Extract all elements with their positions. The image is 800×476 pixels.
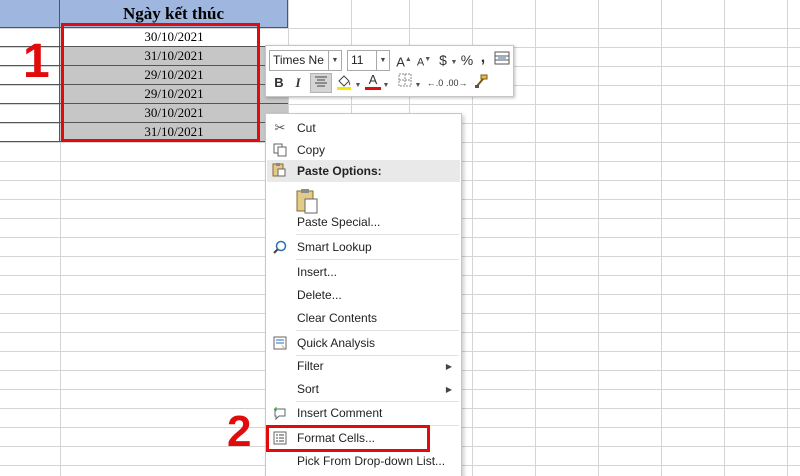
paste-options-label: Paste Options: — [297, 164, 382, 178]
grid-line — [661, 0, 662, 476]
increase-font-icon: A — [396, 54, 405, 70]
merge-center-icon — [494, 51, 510, 65]
format-painter-icon — [475, 74, 488, 88]
decrease-decimal-button[interactable]: .00→ — [446, 73, 468, 93]
scissors-icon: ✂ — [274, 120, 286, 135]
menu-item-sort[interactable]: Sort ▶ — [266, 378, 461, 400]
grid-line — [535, 0, 536, 476]
increase-decimal-icon: ←.0 — [426, 78, 444, 88]
font-size-dropdown[interactable]: ▼ — [377, 50, 390, 71]
chevron-down-icon: ▼ — [382, 82, 390, 89]
chevron-down-icon: ▼ — [450, 59, 458, 66]
menu-item-label: Clear Contents — [297, 311, 378, 325]
percent-button[interactable]: % — [459, 50, 475, 70]
grid-line — [724, 0, 725, 476]
align-center-icon — [315, 76, 327, 87]
menu-item-label: Paste Special... — [297, 215, 381, 229]
font-name-input[interactable]: Times Ne — [269, 50, 329, 71]
merge-center-button[interactable] — [493, 50, 511, 70]
menu-item-label: Delete... — [297, 288, 342, 302]
chevron-down-icon: ▼ — [379, 57, 387, 64]
menu-item-delete[interactable]: Delete... — [266, 284, 461, 306]
menu-item-label: Cut — [297, 121, 316, 135]
decrease-font-button[interactable]: A▼ — [416, 50, 432, 70]
grid-line — [598, 0, 599, 476]
font-color-button[interactable]: A — [365, 72, 381, 92]
align-center-button[interactable] — [310, 73, 332, 93]
menu-item-smart-lookup[interactable]: Smart Lookup — [266, 236, 461, 258]
step-number-2: 2 — [227, 407, 252, 456]
context-menu: ✂ Cut Copy Paste Options: Paste Special.… — [265, 113, 462, 476]
table-cell-a[interactable] — [0, 123, 60, 142]
fill-color-button[interactable] — [335, 73, 353, 93]
menu-item-paste-special[interactable]: Paste Special... — [266, 211, 461, 233]
fill-color-dropdown[interactable]: ▼ — [354, 73, 362, 93]
format-painter-button[interactable] — [472, 73, 490, 93]
format-cells-highlight-box — [266, 425, 430, 452]
selection-highlight-box — [61, 23, 260, 142]
currency-button[interactable]: $ — [436, 50, 450, 70]
table-cell-a[interactable] — [0, 104, 60, 123]
header-cell-a[interactable] — [0, 0, 60, 28]
clipboard-icon — [272, 162, 286, 180]
menu-item-pick-from-list[interactable]: Pick From Drop-down List... — [266, 450, 461, 472]
menu-item-label: Smart Lookup — [297, 240, 372, 254]
chevron-right-icon: ▶ — [445, 384, 452, 394]
menu-item-insert[interactable]: Insert... — [266, 261, 461, 283]
menu-item-filter[interactable]: Filter ▶ — [266, 355, 461, 377]
menu-item-insert-comment[interactable]: Insert Comment — [266, 402, 461, 424]
bold-button[interactable]: B — [271, 73, 287, 93]
copy-icon — [271, 141, 289, 159]
currency-dropdown[interactable]: ▼ — [450, 50, 458, 70]
font-name-dropdown[interactable]: ▼ — [329, 50, 342, 71]
menu-item-label: Quick Analysis — [297, 336, 376, 350]
comma-style-button[interactable]: , — [477, 48, 489, 68]
menu-item-label: Pick From Drop-down List... — [297, 454, 446, 468]
decrease-decimal-icon: .00→ — [446, 78, 468, 88]
menu-item-copy[interactable]: Copy — [266, 139, 461, 161]
menu-separator — [296, 330, 459, 331]
chevron-right-icon: ▶ — [445, 361, 452, 371]
menu-item-label: Insert... — [297, 265, 338, 279]
search-globe-icon — [271, 238, 289, 256]
menu-item-label: Copy — [297, 143, 326, 157]
mini-toolbar: Times Ne ▼ 11 ▼ A▲ A▼ $ ▼ % , B I ▼ A ▼ … — [265, 45, 514, 97]
grid-line — [787, 0, 788, 476]
step-number-1: 1 — [23, 35, 50, 88]
font-color-dropdown[interactable]: ▼ — [382, 73, 390, 93]
menu-item-cut[interactable]: ✂ Cut — [266, 117, 461, 139]
font-size-input[interactable]: 11 — [347, 50, 377, 71]
menu-item-clear-contents[interactable]: Clear Contents — [266, 307, 461, 329]
chevron-down-icon: ▼ — [331, 57, 339, 64]
italic-button[interactable]: I — [291, 73, 305, 93]
fill-color-icon — [337, 75, 351, 90]
paste-options-header: Paste Options: — [267, 160, 460, 182]
menu-item-quick-analysis[interactable]: Quick Analysis — [266, 332, 461, 354]
borders-button[interactable] — [397, 73, 413, 93]
menu-item-label: Insert Comment — [297, 406, 383, 420]
quick-analysis-icon — [271, 334, 289, 352]
menu-item-label: Filter — [297, 359, 324, 373]
menu-item-label: Sort — [297, 382, 320, 396]
chevron-down-icon: ▼ — [354, 82, 362, 89]
comment-icon — [271, 404, 289, 422]
font-color-icon: A — [368, 72, 378, 87]
borders-icon — [398, 73, 412, 87]
increase-decimal-button[interactable]: ←.0 — [426, 73, 444, 93]
menu-separator — [296, 259, 459, 260]
menu-separator — [296, 234, 459, 235]
increase-font-button[interactable]: A▲ — [396, 50, 412, 70]
chevron-down-icon: ▼ — [414, 82, 422, 89]
borders-dropdown[interactable]: ▼ — [414, 73, 422, 93]
